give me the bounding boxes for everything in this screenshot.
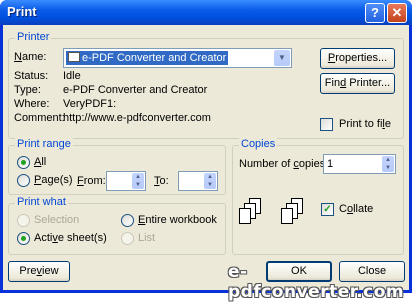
status-label: Status:	[14, 70, 49, 82]
selection-label: Selection	[34, 214, 80, 226]
help-icon[interactable]: ?	[365, 3, 385, 23]
status-value: Idle	[63, 70, 81, 82]
watermark: e-pdfconverter.com	[228, 262, 405, 302]
window-title: Print	[7, 4, 37, 19]
active-sheets-label: Active sheet(s)	[34, 232, 107, 244]
selection-radio	[17, 214, 30, 227]
from-input[interactable]: ▲ ▼	[106, 171, 146, 191]
type-label: Type:	[14, 84, 41, 96]
from-label: From:	[77, 175, 106, 187]
comment-value: http://www.e-pdfconverter.com	[63, 112, 211, 124]
chevron-down-icon[interactable]: ▼	[274, 50, 290, 66]
printer-name-select[interactable]: e-PDF Converter and Creator ▼	[63, 48, 292, 68]
printer-name-value: e-PDF Converter and Creator	[66, 51, 229, 65]
type-value: e-PDF Converter and Creator	[63, 84, 208, 96]
where-label: Where:	[14, 98, 50, 110]
all-radio[interactable]	[17, 156, 30, 169]
printer-group: Printer Name: e-PDF Converter and Creato…	[8, 31, 404, 139]
pages-label: Page(s)	[34, 174, 73, 186]
copies-group: Copies Number of copies: 1 ▲ ▼ ✓ Collate	[232, 138, 404, 255]
entire-workbook-label: Entire workbook	[138, 214, 217, 226]
preview-button[interactable]: Preview	[8, 261, 70, 282]
spin-icon[interactable]: ▲ ▼	[132, 173, 144, 189]
radio-selected-dot	[21, 160, 26, 165]
all-label: All	[34, 156, 47, 168]
collate-pages-icon	[281, 198, 307, 230]
to-input[interactable]: ▲ ▼	[178, 171, 218, 191]
pages-radio[interactable]	[17, 174, 30, 187]
name-label: Name:	[14, 51, 47, 63]
print-what-title: Print what	[15, 196, 68, 208]
properties-button[interactable]: Properties...	[320, 48, 395, 69]
print-what-group: Print what Selection Entire workbook Act…	[8, 196, 226, 255]
where-value: VeryPDF1:	[63, 98, 117, 110]
find-printer-button[interactable]: Find Printer...	[320, 73, 395, 94]
copies-title: Copies	[239, 138, 278, 150]
list-radio	[121, 232, 134, 245]
entire-workbook-radio[interactable]	[121, 214, 134, 227]
print-range-title: Print range	[15, 138, 73, 150]
comment-label: Comment:	[14, 112, 65, 124]
dialog-body: Printer Name: e-PDF Converter and Creato…	[3, 25, 409, 290]
number-of-copies-label: Number of copies:	[239, 158, 329, 170]
copies-value: 1	[327, 158, 334, 170]
print-to-file-label: Print to file	[339, 118, 391, 130]
printer-group-title: Printer	[15, 31, 52, 43]
title-bar[interactable]: Print ? ✕	[0, 0, 412, 25]
print-to-file-checkbox[interactable]	[320, 118, 333, 131]
collate-pages-icon	[239, 198, 265, 230]
printer-icon	[68, 52, 80, 62]
radio-selected-dot	[21, 236, 26, 241]
number-of-copies-input[interactable]: 1 ▲ ▼	[323, 154, 396, 174]
active-sheets-radio[interactable]	[17, 232, 30, 245]
list-label: List	[138, 232, 156, 244]
to-label: To:	[154, 175, 169, 187]
collate-label: Collate	[339, 203, 374, 215]
spin-icon[interactable]: ▲ ▼	[204, 173, 216, 189]
print-range-group: Print range All Page(s) From: ▲ ▼ To: ▲ ▼	[8, 138, 226, 195]
collate-checkbox[interactable]: ✓	[321, 203, 334, 216]
print-dialog: Print ? ✕ Printer Name: e-PDF Converter …	[0, 0, 412, 302]
spin-icon[interactable]: ▲ ▼	[382, 156, 394, 172]
close-icon[interactable]: ✕	[387, 3, 407, 23]
